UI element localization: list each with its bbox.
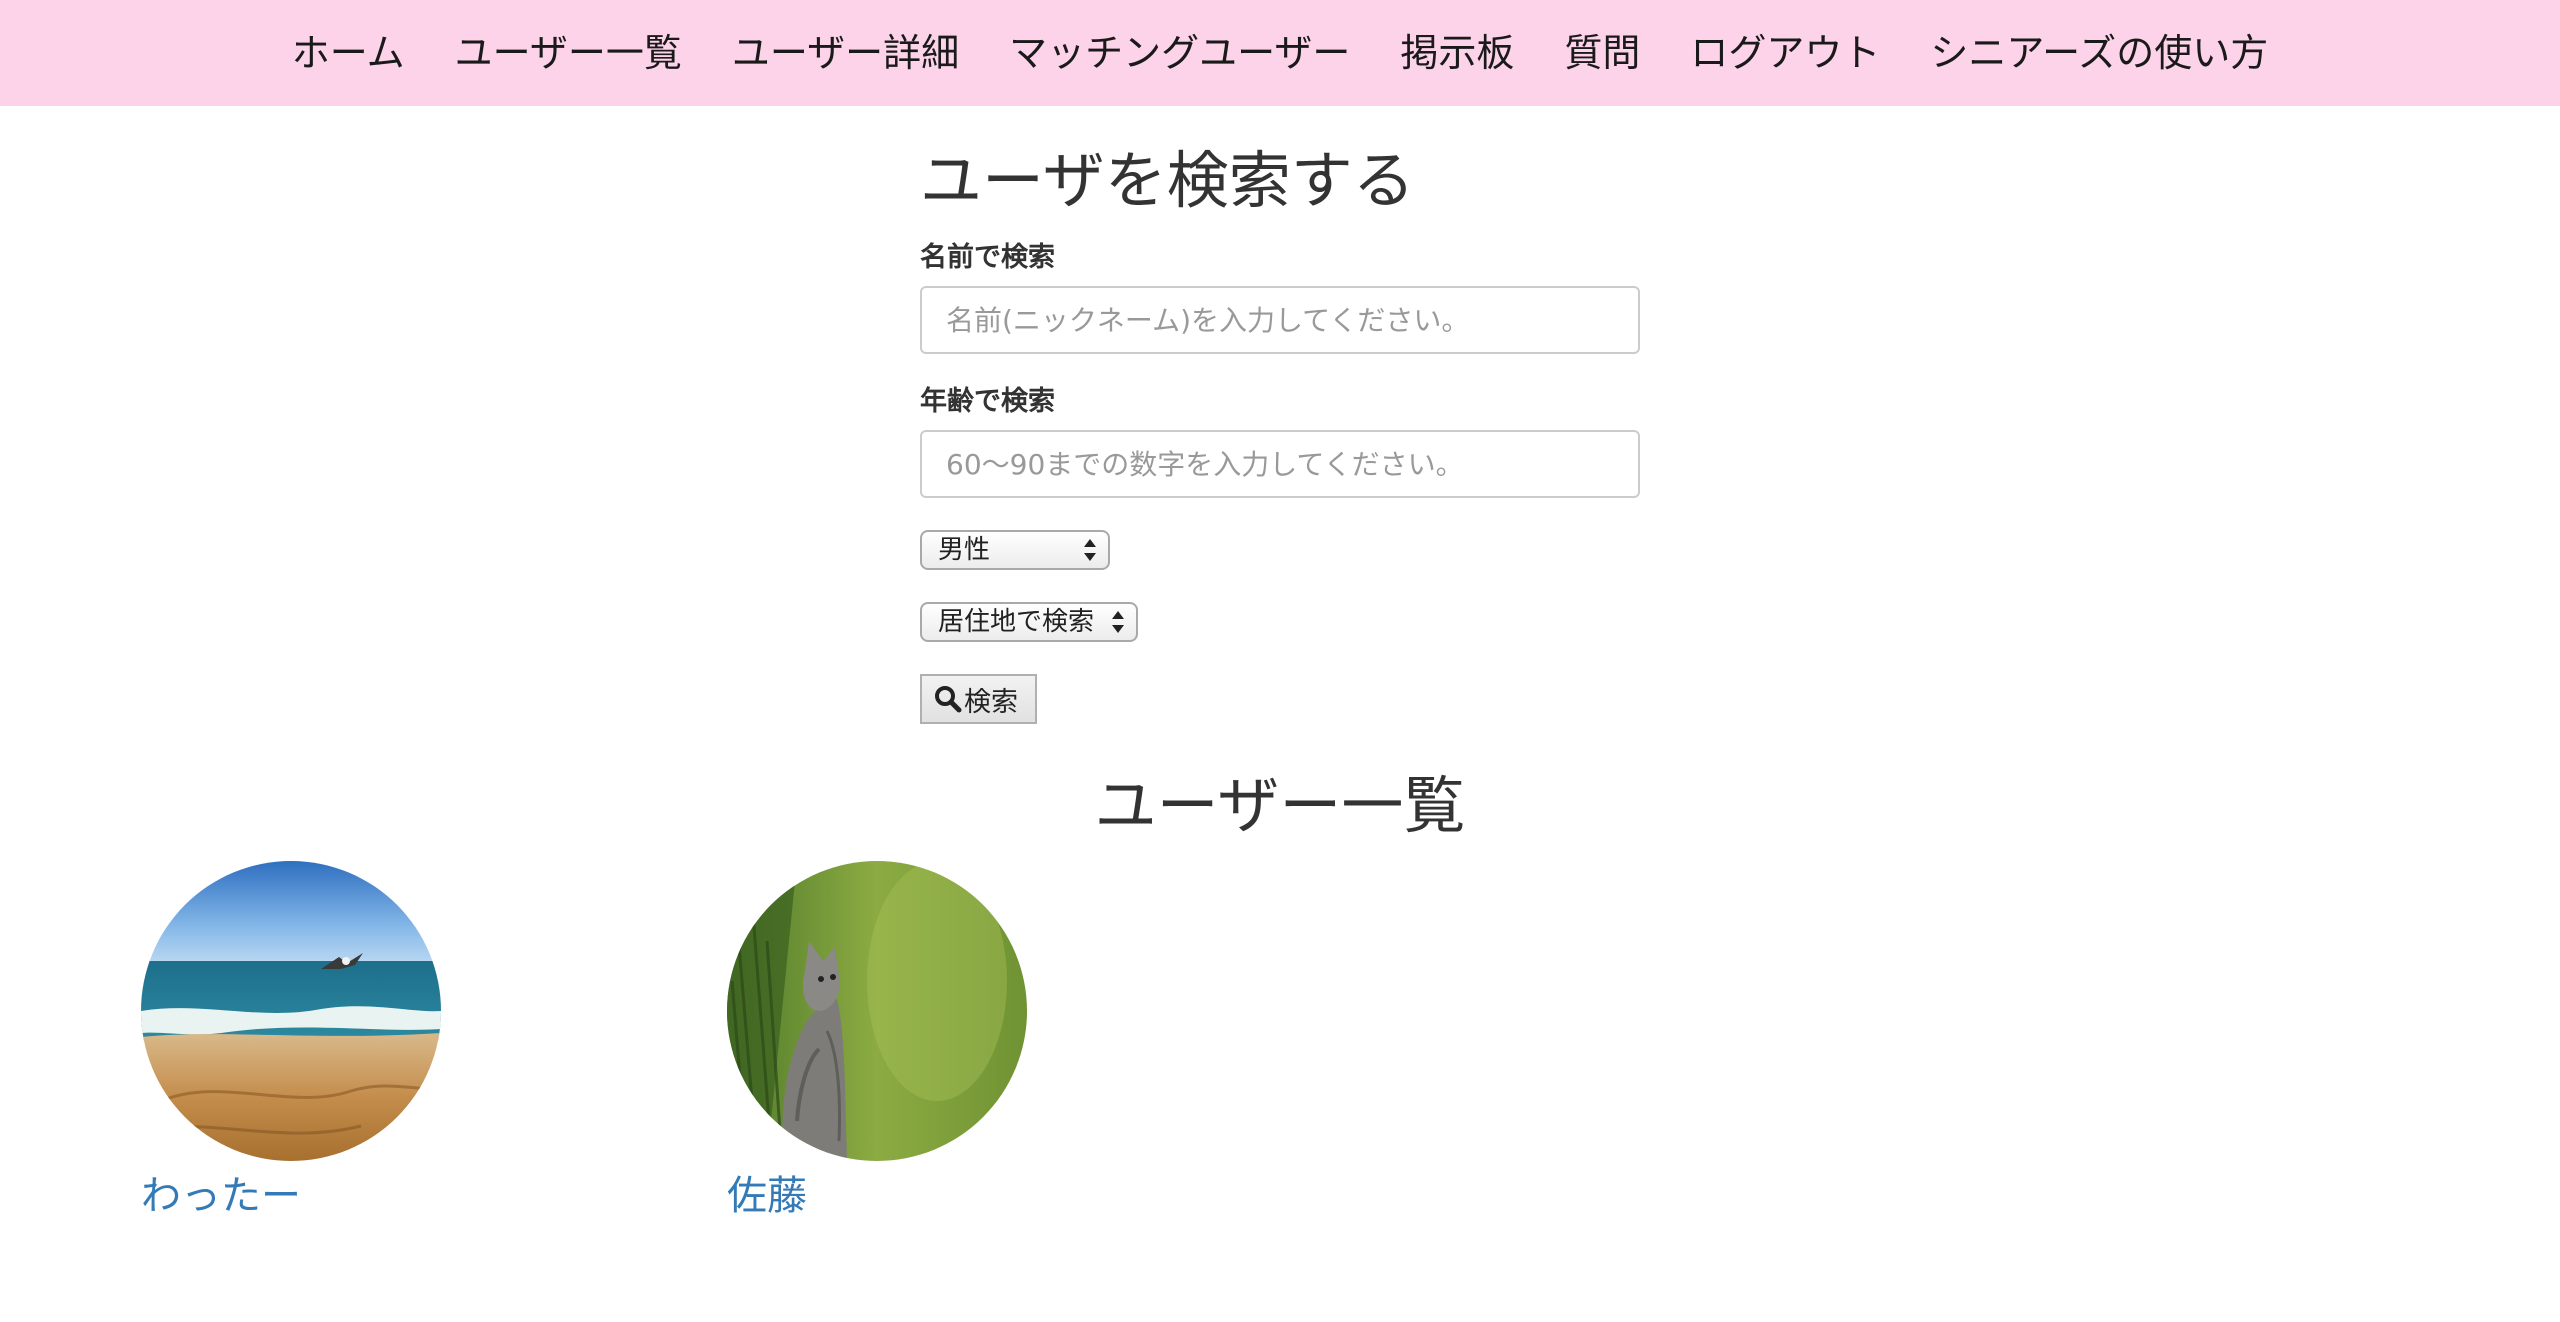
- residence-select-value: 居住地で検索: [938, 607, 1095, 637]
- age-search-input[interactable]: [920, 430, 1640, 498]
- search-button[interactable]: 検索: [920, 674, 1037, 724]
- kitten-grass-photo: [727, 861, 1027, 1161]
- name-search-label: 名前で検索: [920, 242, 1055, 273]
- beach-seagull-photo: [141, 861, 441, 1161]
- user-avatar-beach[interactable]: [141, 861, 441, 1161]
- select-arrows-icon: [1112, 611, 1124, 633]
- user-card: 佐藤: [727, 861, 1027, 1223]
- gender-select-value: 男性: [938, 535, 991, 565]
- user-name-link[interactable]: わったー: [141, 1169, 441, 1223]
- nav-item-how-to-use[interactable]: シニアーズの使い方: [1905, 0, 2293, 106]
- user-list-title: ユーザー一覧: [1094, 769, 1466, 842]
- search-icon: [935, 686, 962, 713]
- nav-item-board[interactable]: 掲示板: [1375, 0, 1539, 106]
- user-avatar-kitten[interactable]: [727, 861, 1027, 1161]
- search-title: ユーザを検索する: [920, 144, 1415, 217]
- user-card: わったー: [141, 861, 441, 1223]
- nav-item-home[interactable]: ホーム: [267, 0, 430, 106]
- name-search-input[interactable]: [920, 286, 1640, 354]
- nav-item-matching-users[interactable]: マッチングユーザー: [984, 0, 1375, 106]
- user-name-link[interactable]: 佐藤: [727, 1169, 1027, 1223]
- nav-item-questions[interactable]: 質問: [1539, 0, 1665, 106]
- nav-item-user-detail[interactable]: ユーザー詳細: [707, 0, 984, 106]
- nav-item-logout[interactable]: ログアウト: [1665, 0, 1905, 106]
- select-arrows-icon: [1084, 539, 1096, 561]
- nav-item-user-list[interactable]: ユーザー一覧: [430, 0, 707, 106]
- residence-select[interactable]: 居住地で検索: [920, 602, 1138, 642]
- search-button-label: 検索: [964, 686, 1018, 718]
- user-search-form: ユーザを検索する 名前で検索 年齢で検索 男性 居住地で検索 検索: [920, 106, 1640, 724]
- age-search-label: 年齢で検索: [920, 386, 1055, 417]
- top-navbar: ホーム ユーザー一覧 ユーザー詳細 マッチングユーザー 掲示板 質問 ログアウト…: [0, 0, 2560, 106]
- gender-select[interactable]: 男性: [920, 530, 1110, 570]
- nav-links: ホーム ユーザー一覧 ユーザー詳細 マッチングユーザー 掲示板 質問 ログアウト…: [0, 0, 2560, 106]
